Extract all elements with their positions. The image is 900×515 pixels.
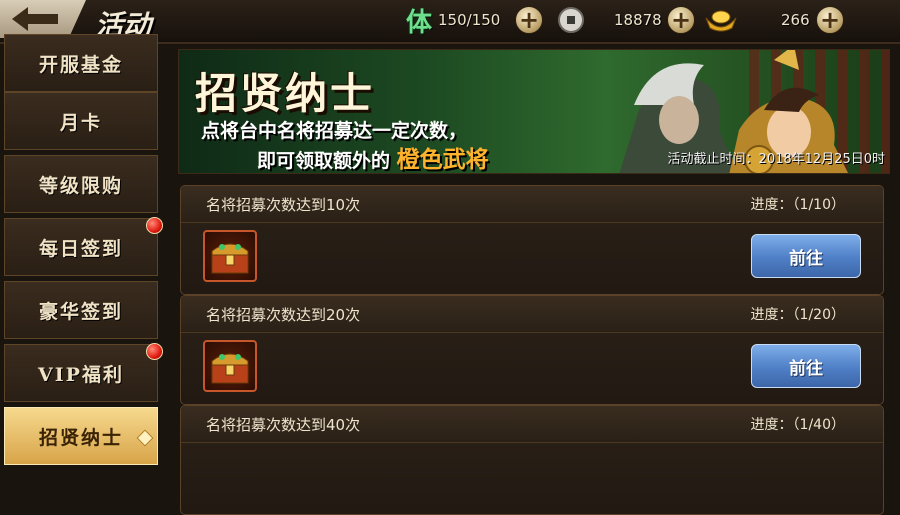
sidebar-item-opening-fund[interactable]: 开服基金: [4, 34, 158, 92]
task-title: 名将招募次数达到20次: [206, 306, 361, 324]
add-stamina-button[interactable]: +: [515, 6, 543, 34]
copper-coin-icon: [558, 7, 584, 33]
banner-description-line2: 即可领取额外的 橙色武将: [257, 140, 489, 173]
sidebar-item-luxury-checkin[interactable]: 豪华签到: [4, 281, 158, 339]
stamina-value: 150/150: [438, 11, 501, 29]
stamina-resource: 体 150/150: [406, 5, 501, 38]
reward-chest-icon[interactable]: [203, 230, 257, 282]
banner-highlight-text: 橙色武将: [396, 146, 489, 173]
sidebar-item-label: 每日签到: [38, 237, 123, 260]
back-arrow-icon: [12, 7, 58, 31]
task-progress: 进度：（1/20）: [750, 307, 845, 323]
task-title: 名将招募次数达到10次: [206, 196, 361, 214]
coin-resource: [557, 5, 585, 35]
sidebar-item-label: 等级限购: [38, 174, 123, 197]
task-card: 名将招募次数达到20次 进度：（1/20） 前往: [180, 295, 884, 405]
gold-ingot-icon: [705, 10, 737, 32]
sidebar-item-daily-checkin[interactable]: 每日签到: [4, 217, 163, 276]
sidebar-item-monthly-card[interactable]: 月卡: [4, 92, 158, 150]
add-coins-button[interactable]: +: [667, 6, 695, 34]
sidebar-item-label: 开服基金: [38, 53, 123, 76]
coin-value: 18878: [614, 11, 662, 29]
task-card: 名将招募次数达到40次 进度：（1/40）: [180, 405, 884, 515]
sidebar-item-label: 月卡: [59, 111, 102, 134]
sidebar-item-recruit-talent[interactable]: 招贤纳士: [4, 407, 158, 465]
event-banner: 招贤纳士 点将台中名将招募达一定次数， 即可领取额外的 橙色武将 活动截止时间：…: [178, 49, 890, 174]
sidebar: 开服基金 月卡 等级限购 每日签到 豪华签到 VIP福利 招贤纳士: [0, 34, 172, 465]
notification-dot-icon: [146, 217, 163, 234]
banner-title: 招贤纳士: [195, 69, 376, 118]
sidebar-item-label: 招贤纳士: [38, 426, 123, 449]
task-title: 名将招募次数达到40次: [206, 416, 361, 434]
task-header: 名将招募次数达到10次 进度：（1/10）: [181, 186, 883, 223]
treasure-chest-icon: [211, 243, 249, 274]
selected-diamond-icon: [136, 429, 154, 447]
sidebar-item-vip-benefits[interactable]: VIP福利: [4, 343, 163, 402]
task-progress: 进度：（1/40）: [750, 417, 845, 433]
sidebar-item-level-purchase[interactable]: 等级限购: [4, 155, 158, 213]
gold-resource: [704, 5, 738, 35]
notification-dot-icon: [146, 343, 163, 360]
reward-chest-icon[interactable]: [203, 340, 257, 392]
banner-description-line1: 点将台中名将招募达一定次数，: [201, 120, 468, 142]
go-button[interactable]: 前往: [751, 344, 861, 388]
event-deadline: 活动截止时间：2018年12月25日0时: [667, 152, 885, 167]
task-card: 名将招募次数达到10次 进度：（1/10） 前往: [180, 185, 884, 295]
stamina-icon: 体: [406, 7, 433, 38]
back-button[interactable]: [0, 0, 86, 38]
banner-line2-prefix: 即可领取额外的: [257, 150, 391, 172]
sidebar-item-label: 豪华签到: [38, 300, 123, 323]
task-header: 名将招募次数达到20次 进度：（1/20）: [181, 296, 883, 333]
go-button[interactable]: 前往: [751, 234, 861, 278]
treasure-chest-icon: [211, 353, 249, 384]
task-header: 名将招募次数达到40次 进度：（1/40）: [181, 406, 883, 443]
task-progress: 进度：（1/10）: [750, 197, 845, 213]
gold-value: 266: [781, 11, 810, 29]
add-gold-button[interactable]: +: [816, 6, 844, 34]
sidebar-item-label: VIP福利: [38, 363, 124, 386]
